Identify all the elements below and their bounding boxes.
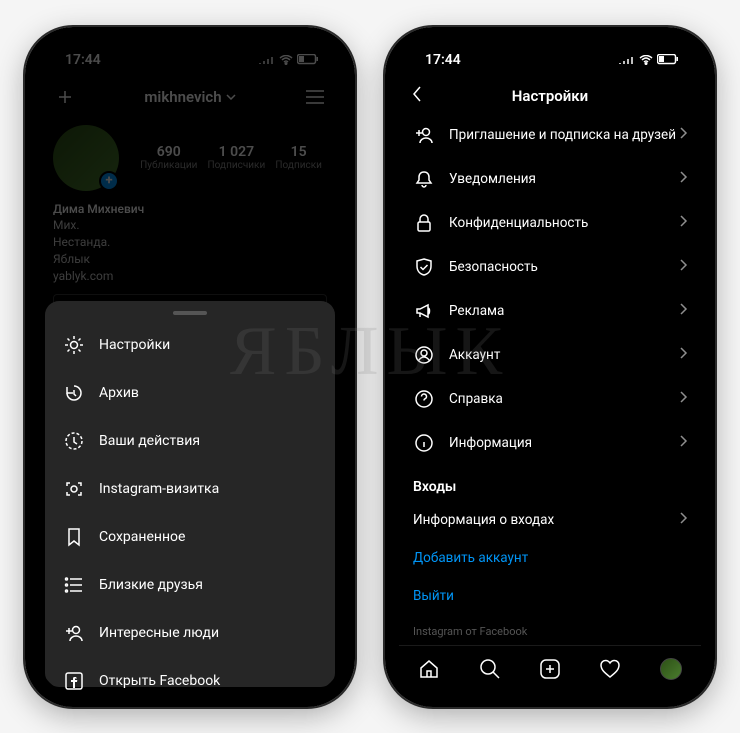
chevron-right-icon — [680, 435, 687, 451]
heart-icon — [599, 658, 621, 680]
chevron-right-icon — [680, 347, 687, 363]
notch — [475, 27, 625, 51]
avatar-thumbnail — [660, 658, 682, 680]
chevron-right-icon — [680, 171, 687, 187]
status-indicators — [619, 54, 679, 65]
settings-notifications[interactable]: Уведомления — [399, 157, 701, 201]
search-icon — [479, 658, 501, 680]
screen-left: 17:44 mikhnevich — [39, 41, 341, 693]
megaphone-icon — [413, 300, 435, 322]
lock-icon — [413, 212, 435, 234]
status-time: 17:44 — [425, 52, 461, 68]
menu-settings-label: Настройки — [99, 337, 170, 353]
gear-icon — [63, 334, 85, 356]
settings-list: Приглашение и подписка на друзей Уведомл… — [399, 113, 701, 648]
help-icon — [413, 388, 435, 410]
tab-home[interactable] — [417, 657, 441, 681]
logout-link[interactable]: Выйти — [399, 577, 701, 615]
tab-new-post[interactable] — [538, 657, 562, 681]
archive-icon — [63, 382, 85, 404]
menu-discover[interactable]: Интересные люди — [45, 609, 335, 657]
menu-archive-label: Архив — [99, 385, 139, 401]
settings-about[interactable]: Информация — [399, 421, 701, 465]
settings-security[interactable]: Безопасность — [399, 245, 701, 289]
login-info[interactable]: Информация о входах — [399, 501, 701, 539]
chevron-right-icon — [680, 391, 687, 407]
settings-privacy-label: Конфиденциальность — [449, 215, 588, 231]
back-button[interactable] — [411, 85, 435, 107]
chevron-right-icon — [680, 259, 687, 275]
menu-archive[interactable]: Архив — [45, 369, 335, 417]
menu-settings[interactable]: Настройки — [45, 321, 335, 369]
menu-facebook[interactable]: Открыть Facebook — [45, 657, 335, 693]
settings-help[interactable]: Справка — [399, 377, 701, 421]
screen-right: 17:44 Настройки Приглашение и подписка н… — [399, 41, 701, 693]
signal-icon — [619, 55, 635, 65]
page-title: Настройки — [399, 87, 701, 105]
list-icon — [63, 574, 85, 596]
chevron-right-icon — [680, 512, 687, 528]
menu-sheet: Настройки Архив Ваши действия Instagram-… — [45, 301, 335, 687]
menu-close-friends-label: Близкие друзья — [99, 577, 203, 593]
home-icon — [418, 658, 440, 680]
chevron-right-icon — [680, 215, 687, 231]
menu-discover-label: Интересные люди — [99, 625, 219, 641]
shield-icon — [413, 256, 435, 278]
tab-profile[interactable] — [659, 657, 683, 681]
settings-about-label: Информация — [449, 435, 532, 451]
add-user-icon — [63, 622, 85, 644]
logins-section-header: Входы — [399, 465, 701, 501]
tab-bar — [399, 645, 701, 693]
settings-invite[interactable]: Приглашение и подписка на друзей — [399, 113, 701, 157]
tab-activity[interactable] — [598, 657, 622, 681]
settings-privacy[interactable]: Конфиденциальность — [399, 201, 701, 245]
battery-icon — [657, 54, 679, 65]
wifi-icon — [639, 55, 653, 65]
menu-activity[interactable]: Ваши действия — [45, 417, 335, 465]
chevron-right-icon — [680, 303, 687, 319]
notch — [115, 27, 265, 51]
phone-left: 17:44 mikhnevich — [25, 27, 355, 707]
settings-account[interactable]: Аккаунт — [399, 333, 701, 377]
new-post-icon — [539, 658, 561, 680]
nametag-icon — [63, 478, 85, 500]
user-icon — [413, 344, 435, 366]
activity-icon — [63, 430, 85, 452]
settings-security-label: Безопасность — [449, 259, 538, 275]
info-icon — [413, 432, 435, 454]
footer-note: Instagram от Facebook — [399, 615, 701, 648]
sheet-handle[interactable] — [173, 311, 207, 315]
login-info-label: Информация о входах — [413, 512, 554, 528]
menu-nametag-label: Instagram-визитка — [99, 481, 219, 497]
settings-account-label: Аккаунт — [449, 347, 500, 363]
settings-ads[interactable]: Реклама — [399, 289, 701, 333]
bookmark-icon — [63, 526, 85, 548]
chevron-left-icon — [411, 85, 423, 103]
menu-facebook-label: Открыть Facebook — [99, 673, 220, 689]
menu-nametag[interactable]: Instagram-визитка — [45, 465, 335, 513]
bell-icon — [413, 168, 435, 190]
add-account-link[interactable]: Добавить аккаунт — [399, 539, 701, 577]
settings-invite-label: Приглашение и подписка на друзей — [449, 127, 676, 143]
menu-close-friends[interactable]: Близкие друзья — [45, 561, 335, 609]
phone-right: 17:44 Настройки Приглашение и подписка н… — [385, 27, 715, 707]
logout-label: Выйти — [413, 588, 454, 604]
menu-activity-label: Ваши действия — [99, 433, 200, 449]
add-user-icon — [413, 124, 435, 146]
menu-saved[interactable]: Сохраненное — [45, 513, 335, 561]
tab-search[interactable] — [478, 657, 502, 681]
settings-ads-label: Реклама — [449, 303, 504, 319]
settings-help-label: Справка — [449, 391, 503, 407]
chevron-right-icon — [680, 127, 687, 143]
nav-header: Настройки — [399, 79, 701, 113]
facebook-icon — [63, 670, 85, 692]
menu-saved-label: Сохраненное — [99, 529, 185, 545]
add-account-label: Добавить аккаунт — [413, 550, 528, 566]
settings-notifications-label: Уведомления — [449, 171, 536, 187]
